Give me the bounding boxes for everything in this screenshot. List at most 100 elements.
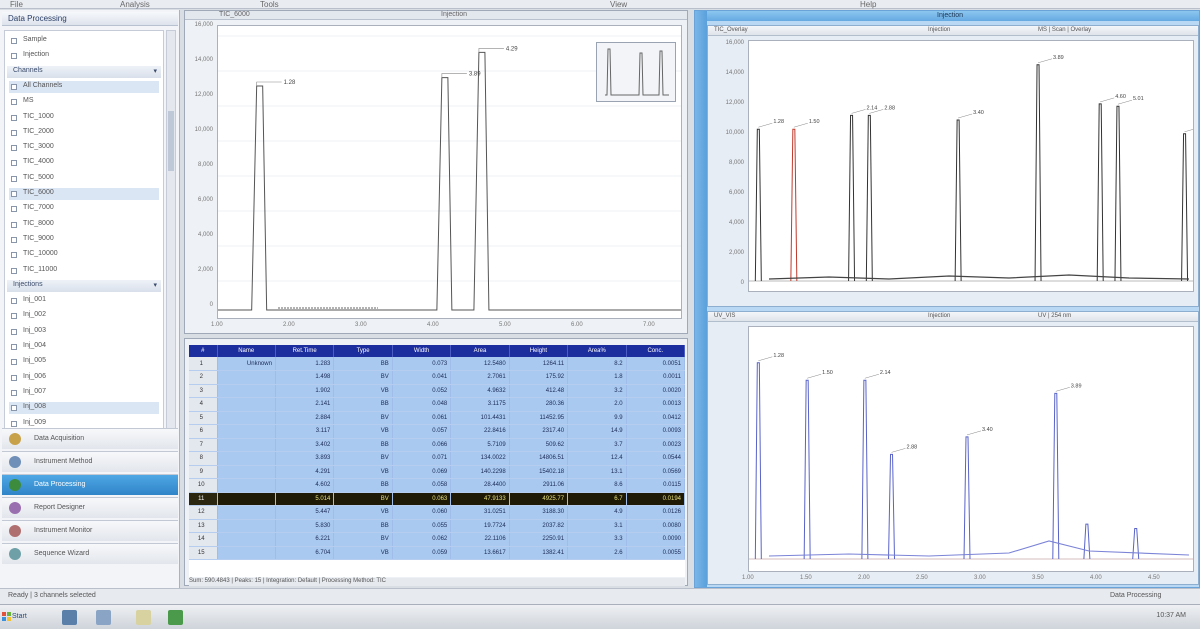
table-row[interactable]: 9 4.291 VB 0.069 140.2298 15402.18 13.1 0.0569 [189,465,685,479]
column-header[interactable]: Conc. [626,345,685,357]
menu-view[interactable]: View [610,0,627,9]
checkbox[interactable] [11,38,17,44]
checkbox[interactable] [11,420,17,427]
checkbox[interactable] [11,114,17,121]
tree-item[interactable]: TIC_9000 [9,234,159,246]
nav-button-6[interactable]: Sequence Wizard [2,543,178,564]
table-row[interactable]: 8 3.893 BV 0.071 134.0022 14806.51 12.4 0.0544 [189,451,685,466]
table-row[interactable]: 14 6.221 BV 0.062 22.1106 2250.91 3.3 0.0090 [189,532,685,547]
tree-item[interactable]: TIC_2000 [9,127,159,139]
tree-item[interactable]: TIC_6000 [9,188,159,200]
sidebar-section[interactable]: Injections ▾ [7,279,161,292]
ms-plot[interactable]: 1.281.502.142.883.403.894.605.016.70 [748,40,1200,292]
checkbox[interactable] [11,374,17,381]
checkbox[interactable] [11,359,17,366]
checkbox[interactable] [11,221,17,228]
browser-icon[interactable] [96,610,111,625]
checkbox[interactable] [11,191,17,197]
chromatogram-plot[interactable]: 1.28 3.89 4.29 [217,25,682,319]
chromatography-app-icon[interactable] [168,610,183,625]
checkbox[interactable] [11,313,17,320]
checkbox[interactable] [11,145,17,152]
scrollbar-thumb[interactable] [168,111,174,171]
table-row[interactable]: 1 Unknown 1.283 BB 0.073 12.5480 1264.11 8.2 0.0… [189,357,685,371]
menu-tools[interactable]: Tools [260,0,279,9]
checkbox[interactable] [11,344,17,350]
column-header[interactable]: Area% [567,345,627,357]
uv-plot[interactable]: 1.28 1.50 2.14 2.88 3.40 3.89 [748,326,1194,572]
nav-button-5[interactable]: Instrument Monitor [2,520,178,541]
tree-item[interactable]: Inj_003 [9,326,159,338]
table-row[interactable]: 3 1.902 VB 0.052 4.9632 412.48 3.2 0.0020 [189,384,685,398]
table-row[interactable]: 7 3.402 BB 0.066 5.7109 509.62 3.7 0.0023 [189,438,685,452]
column-header[interactable]: Ret.Time [275,345,335,357]
tree-item[interactable]: Inj_005 [9,356,159,368]
table-row[interactable]: 12 5.447 VB 0.060 31.0251 3188.30 4.9 0.0126 [189,505,685,520]
table-cell [217,424,276,439]
tree-item[interactable]: TIC_1000 [9,112,159,124]
start-button[interactable]: Start [2,609,38,626]
checkbox[interactable] [11,83,17,90]
tree-item[interactable]: Inj_006 [9,372,159,384]
tree-item[interactable]: TIC_3000 [9,142,159,154]
tree-item[interactable]: Inj_002 [9,310,159,322]
column-header[interactable]: Height [509,345,569,357]
tree-item[interactable]: Inj_008 [9,402,159,415]
tree-item[interactable]: TIC_4000 [9,157,159,169]
nav-button-label: Data Processing [34,481,86,488]
tree-item[interactable]: TIC_8000 [9,219,159,231]
menu-help[interactable]: Help [860,0,876,9]
checkbox[interactable] [11,328,17,335]
chevron-down-icon[interactable]: ▾ [153,67,157,75]
overview-thumbnail[interactable] [596,42,676,102]
sidebar-scrollbar[interactable] [166,30,176,435]
column-header[interactable]: Name [217,345,276,357]
checkbox[interactable] [11,267,17,274]
table-row[interactable]: 13 5.830 BB 0.055 19.7724 2037.82 3.1 0.0080 [189,519,685,533]
sidebar-section[interactable]: Channels ▾ [7,65,161,78]
explorer-icon[interactable] [62,610,77,625]
checkbox[interactable] [11,252,17,259]
checkbox[interactable] [11,206,17,213]
checkbox[interactable] [11,389,17,396]
menu-analysis[interactable]: Analysis [120,0,150,9]
tree-item[interactable]: Inj_007 [9,387,159,399]
menu-file[interactable]: File [10,0,23,9]
nav-button-3[interactable]: Data Processing [2,474,178,495]
column-header[interactable]: Width [392,345,452,357]
checkbox[interactable] [11,405,17,412]
chevron-down-icon[interactable]: ▾ [153,281,157,289]
tree-item[interactable]: TIC_11000 [9,265,159,277]
tree-item[interactable]: TIC_5000 [9,173,159,185]
table-row[interactable]: 10 4.602 BB 0.058 28.4400 2911.06 8.6 0.0115 [189,478,685,493]
panel-resize-handle[interactable] [695,11,707,587]
checkbox[interactable] [11,175,17,182]
nav-button-4[interactable]: Report Designer [2,497,178,518]
table-row[interactable]: 2 1.498 BV 0.041 2.7061 175.92 1.8 0.0011 [189,370,685,385]
table-row[interactable]: 15 6.704 VB 0.059 13.6617 1382.41 2.6 0.0055 [189,546,685,560]
nav-button-2[interactable]: Instrument Method [2,451,178,472]
checkbox[interactable] [11,53,17,60]
checkbox[interactable] [11,236,17,243]
tree-item[interactable]: Inj_001 [9,295,159,307]
table-row[interactable]: 6 3.117 VB 0.057 22.8416 2317.40 14.9 0.0093 [189,424,685,439]
tree-item[interactable]: MS [9,96,159,108]
column-header[interactable]: Type [333,345,393,357]
tree-item[interactable]: Sample [9,35,159,47]
tree-item[interactable]: TIC_10000 [9,249,159,261]
tree-item[interactable]: All Channels [9,80,159,93]
checkbox[interactable] [11,298,17,305]
column-header[interactable]: Area [450,345,510,357]
checkbox[interactable] [11,129,17,136]
nav-button-1[interactable]: Data Acquisition [2,428,178,449]
checkbox[interactable] [11,99,17,106]
column-header[interactable]: # [189,345,218,357]
tree-item[interactable]: TIC_7000 [9,203,159,215]
table-row[interactable]: 4 2.141 BB 0.048 3.1175 280.36 2.0 0.0013 [189,397,685,412]
tree-item[interactable]: Inj_004 [9,341,159,353]
table-row[interactable]: 11 5.014 BV 0.063 47.9133 4925.77 6.7 0.0194 [189,492,685,506]
checkbox[interactable] [11,160,17,167]
folder-icon[interactable] [136,610,151,625]
tree-item[interactable]: Injection [9,50,159,62]
table-row[interactable]: 5 2.884 BV 0.061 101.4431 11452.95 9.9 0.0412 [189,411,685,425]
